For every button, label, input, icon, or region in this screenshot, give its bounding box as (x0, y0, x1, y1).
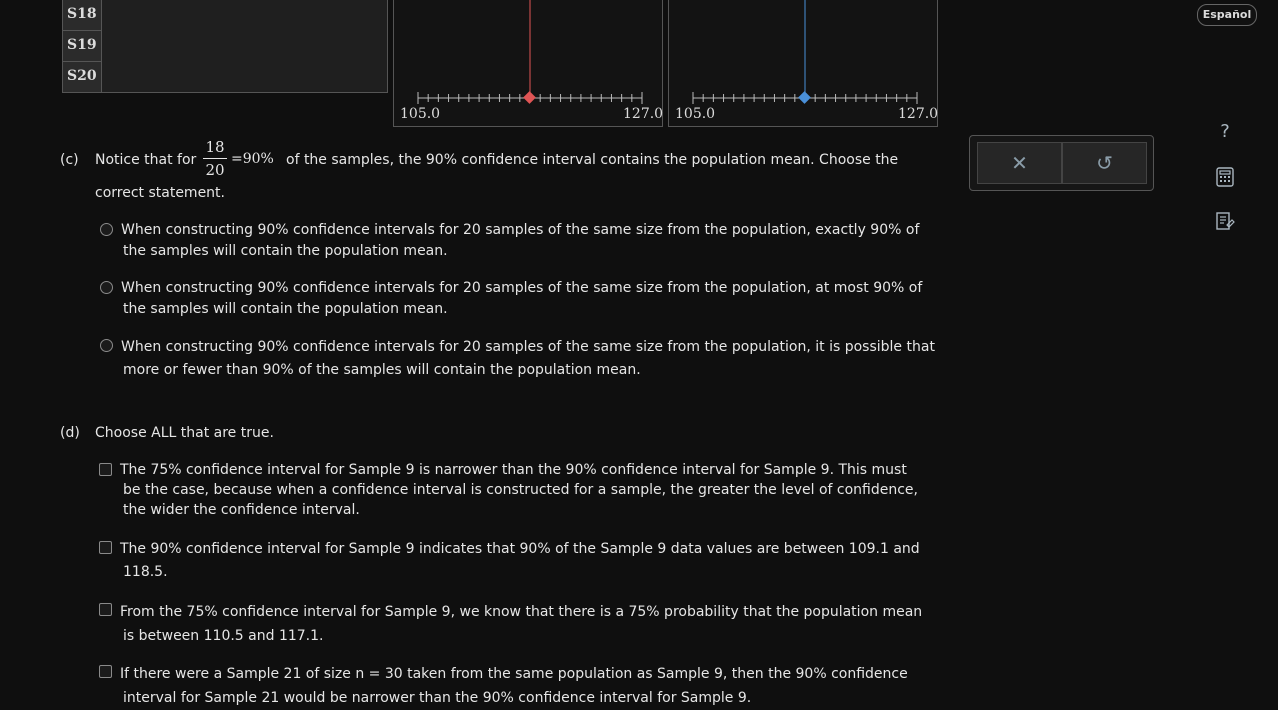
fraction-denominator: 20 (205, 161, 225, 179)
undo-icon: ↺ (1096, 151, 1113, 175)
option-line: The 75% confidence interval for Sample 9… (120, 462, 907, 478)
axis-min-label: 105.0 (675, 106, 716, 122)
row-divider (63, 61, 101, 62)
option-line: interval for Sample 21 would be narrower… (123, 690, 752, 706)
sample-row-label: S19 (67, 37, 97, 53)
interval-plot-75: 105.0 127.0 (668, 0, 938, 127)
option-text: When constructing 90% confidence interva… (121, 220, 919, 262)
option-line: If there were a Sample 21 of size n = 30… (120, 666, 908, 682)
mean-marker (523, 91, 536, 104)
undo-button[interactable]: ↺ (1062, 142, 1147, 184)
notes-icon-glyph (1216, 212, 1235, 230)
option-text: If there were a Sample 21 of size n = 30… (120, 662, 908, 710)
mean-marker (798, 91, 811, 104)
part-d-prompt: Choose ALL that are true. (95, 425, 274, 441)
axis-max-label: 127.0 (623, 106, 664, 122)
interval-plot-90: 105.0 127.0 (393, 0, 663, 127)
option-line: the samples will contain the population … (123, 301, 448, 317)
clear-button[interactable]: ✕ (977, 142, 1062, 184)
option-line: is between 110.5 and 117.1. (123, 628, 324, 644)
option-line: the samples will contain the population … (123, 243, 448, 259)
option-line: When constructing 90% confidence interva… (121, 280, 923, 296)
close-icon: ✕ (1011, 151, 1028, 175)
axis-max-label: 127.0 (898, 106, 939, 122)
part-d-label: (d) (60, 425, 80, 441)
part-c-text: of the samples, the 90% confidence inter… (286, 152, 899, 168)
checkbox-option-1[interactable] (99, 463, 112, 476)
help-icon[interactable]: ? (1213, 119, 1237, 143)
option-line: From the 75% confidence interval for Sam… (120, 604, 923, 620)
part-c-equals-value: =90% (231, 151, 274, 167)
part-c-label: (c) (60, 152, 79, 168)
checkbox-option-2[interactable] (99, 541, 112, 554)
option-text: From the 75% confidence interval for Sam… (120, 600, 922, 648)
radio-option-2[interactable] (100, 281, 113, 294)
option-text: When constructing 90% confidence interva… (121, 336, 935, 382)
option-text: The 90% confidence interval for Sample 9… (120, 538, 920, 584)
option-line: When constructing 90% confidence interva… (121, 339, 935, 355)
fraction-bar (203, 158, 227, 159)
notes-icon[interactable] (1213, 210, 1237, 234)
option-line: the wider the confidence interval. (123, 502, 360, 518)
calculator-icon-glyph (1216, 167, 1234, 187)
row-divider (63, 30, 101, 31)
option-text: The 75% confidence interval for Sample 9… (120, 460, 918, 520)
axis-min-label: 105.0 (400, 106, 441, 122)
sample-table: S18 S19 S20 (62, 0, 388, 93)
fraction: 18 20 (203, 138, 227, 179)
checkbox-option-4[interactable] (99, 665, 112, 678)
calculator-icon[interactable] (1213, 165, 1237, 189)
checkbox-option-3[interactable] (99, 603, 112, 616)
sample-row-label: S18 (67, 6, 97, 22)
fraction-numerator: 18 (205, 138, 225, 156)
option-line: 118.5. (123, 564, 168, 580)
option-line: When constructing 90% confidence interva… (121, 222, 920, 238)
radio-option-1[interactable] (100, 223, 113, 236)
option-text: When constructing 90% confidence interva… (121, 278, 922, 320)
answer-action-box: ✕ ↺ (969, 135, 1154, 191)
language-toggle-button[interactable]: Español (1197, 4, 1257, 26)
sample-row-label: S20 (67, 68, 97, 84)
help-icon-glyph: ? (1220, 120, 1230, 142)
option-line: The 90% confidence interval for Sample 9… (120, 541, 920, 557)
radio-option-3[interactable] (100, 339, 113, 352)
part-c-prefix: Notice that for (95, 152, 197, 168)
option-line: more or fewer than 90% of the samples wi… (123, 362, 641, 378)
part-c-text-line2: correct statement. (95, 185, 225, 201)
sample-label-column: S18 S19 S20 (63, 0, 102, 92)
option-line: be the case, because when a confidence i… (123, 482, 918, 498)
